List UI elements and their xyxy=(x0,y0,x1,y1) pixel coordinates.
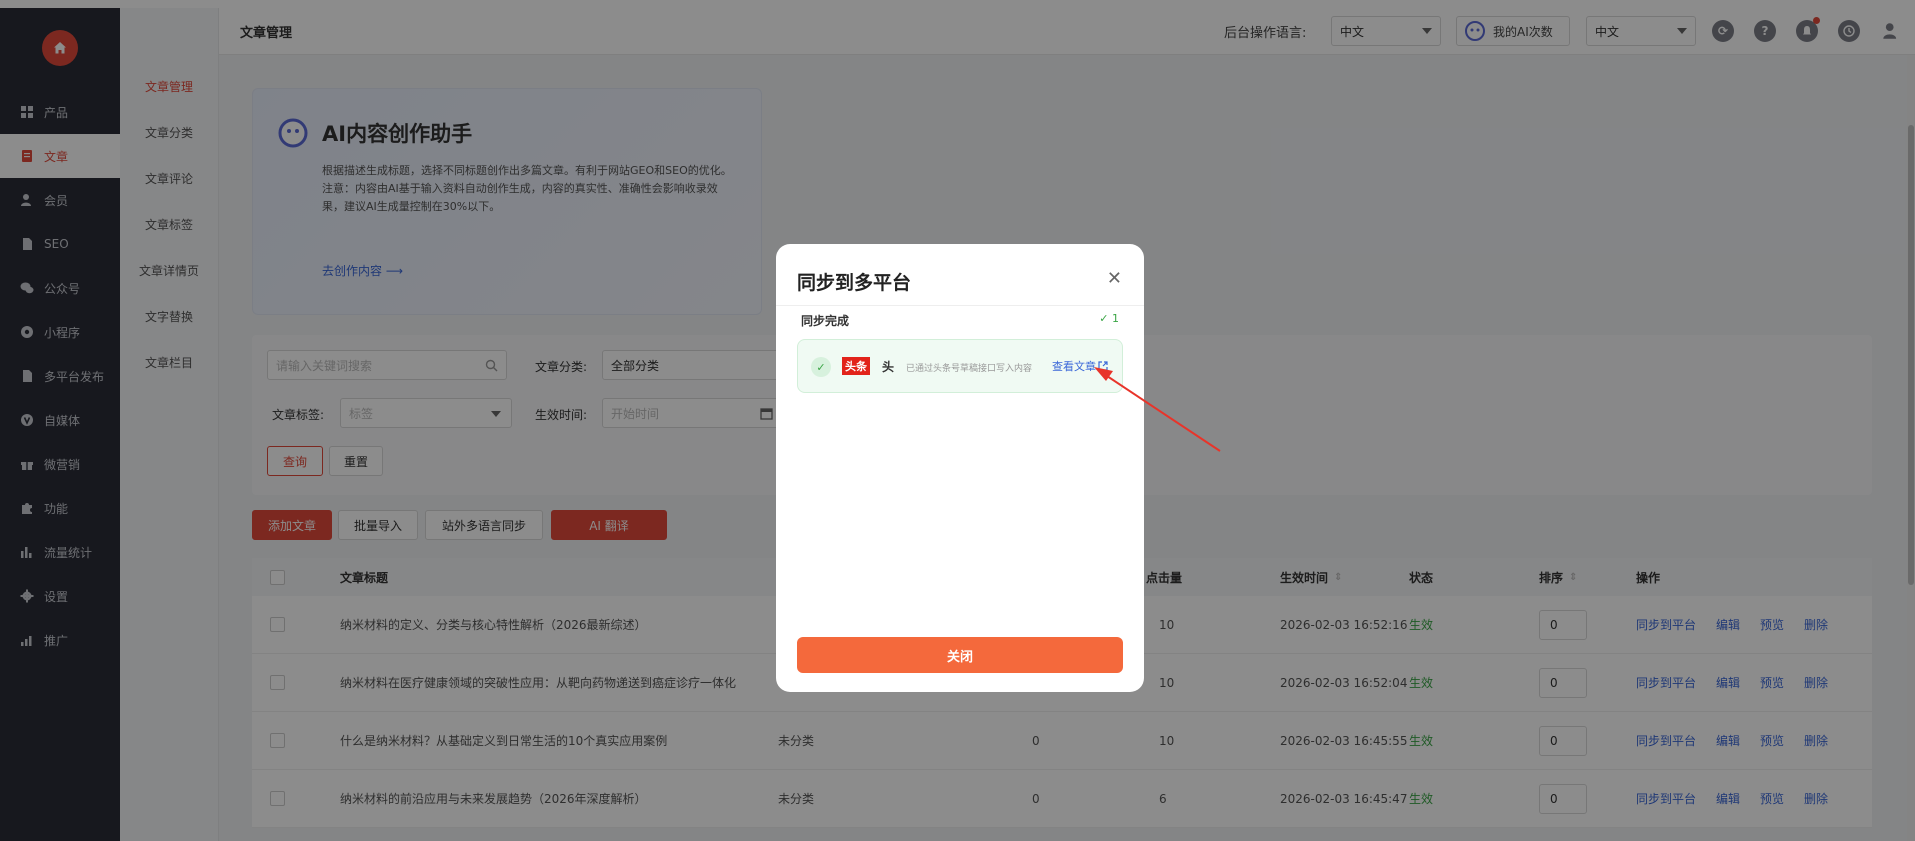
sync-done-count: ✓ 1 xyxy=(1099,312,1119,325)
dialog-title: 同步到多平台 xyxy=(797,272,912,294)
view-article-label: 查看文章 xyxy=(1052,360,1096,373)
sync-multiplatform-dialog: 同步到多平台 ✕ 同步完成 ✓ 1 ✓ 头条 头 已通过头条号草稿接口写入内容 … xyxy=(776,244,1144,692)
toutiao-logo: 头条 xyxy=(842,357,870,375)
sync-result-item: ✓ 头条 头 已通过头条号草稿接口写入内容 查看文章 xyxy=(797,339,1123,393)
close-icon[interactable]: ✕ xyxy=(1107,268,1122,289)
check-icon: ✓ xyxy=(811,357,831,377)
external-link-icon xyxy=(1098,361,1108,371)
view-article-link[interactable]: 查看文章 xyxy=(1052,358,1108,374)
platform-description: 已通过头条号草稿接口写入内容 xyxy=(906,364,1033,374)
divider xyxy=(776,305,1144,306)
sync-done-label: 同步完成 xyxy=(801,314,850,328)
close-button[interactable]: 关闭 xyxy=(797,637,1123,673)
platform-name: 头 xyxy=(882,360,895,374)
